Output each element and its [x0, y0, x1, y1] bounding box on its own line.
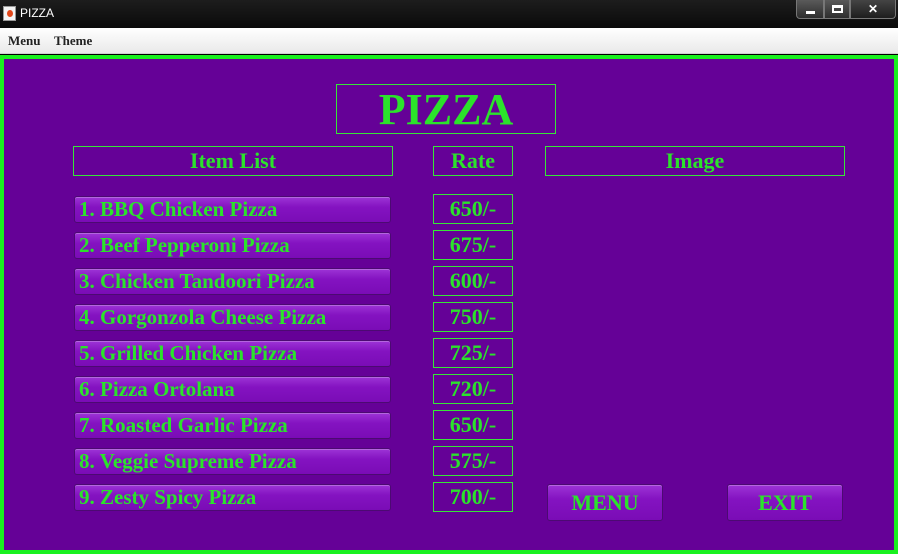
item-list-header: Item List	[73, 146, 393, 176]
menu-item-theme[interactable]: Theme	[54, 33, 92, 49]
item-button-gorgonzola-cheese[interactable]: 4. Gorgonzola Cheese Pizza	[74, 304, 391, 331]
window-title-bar: PIZZA ✕	[0, 0, 898, 28]
image-area	[545, 184, 845, 474]
rate-value: 650/-	[433, 410, 513, 440]
rate-value: 675/-	[433, 230, 513, 260]
page-title: PIZZA	[336, 84, 556, 134]
rate-value: 575/-	[433, 446, 513, 476]
image-header: Image	[545, 146, 845, 176]
rate-header: Rate	[433, 146, 513, 176]
rate-value: 650/-	[433, 194, 513, 224]
item-button-grilled-chicken[interactable]: 5. Grilled Chicken Pizza	[74, 340, 391, 367]
main-panel: PIZZA Item List Rate Image 1. BBQ Chicke…	[0, 55, 898, 554]
minimize-button[interactable]	[796, 0, 824, 19]
window-controls: ✕	[796, 0, 896, 20]
item-button-bbq-chicken[interactable]: 1. BBQ Chicken Pizza	[74, 196, 391, 223]
item-button-veggie-supreme[interactable]: 8. Veggie Supreme Pizza	[74, 448, 391, 475]
item-button-zesty-spicy[interactable]: 9. Zesty Spicy Pizza	[74, 484, 391, 511]
rate-value: 720/-	[433, 374, 513, 404]
item-button-beef-pepperoni[interactable]: 2. Beef Pepperoni Pizza	[74, 232, 391, 259]
maximize-button[interactable]	[824, 0, 850, 19]
rate-value: 600/-	[433, 266, 513, 296]
exit-button[interactable]: EXIT	[727, 484, 843, 521]
minimize-icon	[805, 10, 815, 14]
rate-value: 725/-	[433, 338, 513, 368]
menu-button[interactable]: MENU	[547, 484, 663, 521]
window-title: PIZZA	[20, 6, 55, 20]
close-icon: ✕	[867, 2, 879, 16]
maximize-icon	[831, 5, 843, 13]
item-button-chicken-tandoori[interactable]: 3. Chicken Tandoori Pizza	[74, 268, 391, 295]
java-app-icon	[3, 6, 16, 21]
close-button[interactable]: ✕	[850, 0, 896, 19]
rate-value: 750/-	[433, 302, 513, 332]
menu-bar: Menu Theme	[0, 28, 898, 54]
rate-value: 700/-	[433, 482, 513, 512]
menu-item-menu[interactable]: Menu	[8, 33, 41, 49]
item-button-pizza-ortolana[interactable]: 6. Pizza Ortolana	[74, 376, 391, 403]
item-button-roasted-garlic[interactable]: 7. Roasted Garlic Pizza	[74, 412, 391, 439]
